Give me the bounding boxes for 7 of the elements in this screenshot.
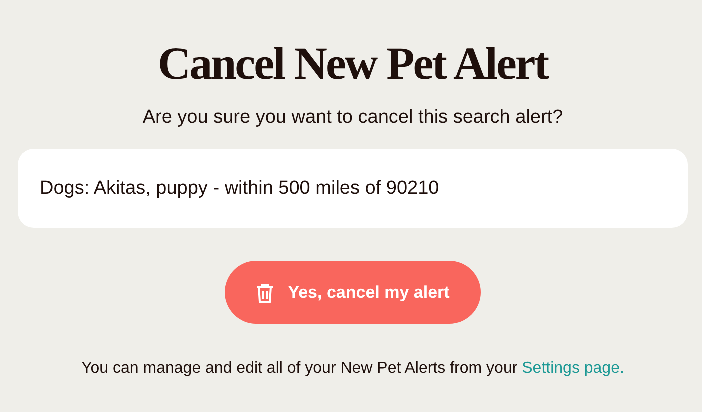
footer-text: You can manage and edit all of your New Pet Alerts from your Settings page. (82, 360, 624, 378)
alert-description: Dogs: Akitas, puppy - within 500 miles of 90210 (40, 178, 440, 200)
settings-link[interactable]: Settings page. (522, 360, 624, 377)
cancel-alert-button[interactable]: Yes, cancel my alert (225, 261, 481, 324)
page-title: Cancel New Pet Alert (158, 38, 548, 90)
subtitle-text: Are you sure you want to cancel this search alert? (142, 106, 564, 130)
trash-icon (256, 282, 274, 302)
